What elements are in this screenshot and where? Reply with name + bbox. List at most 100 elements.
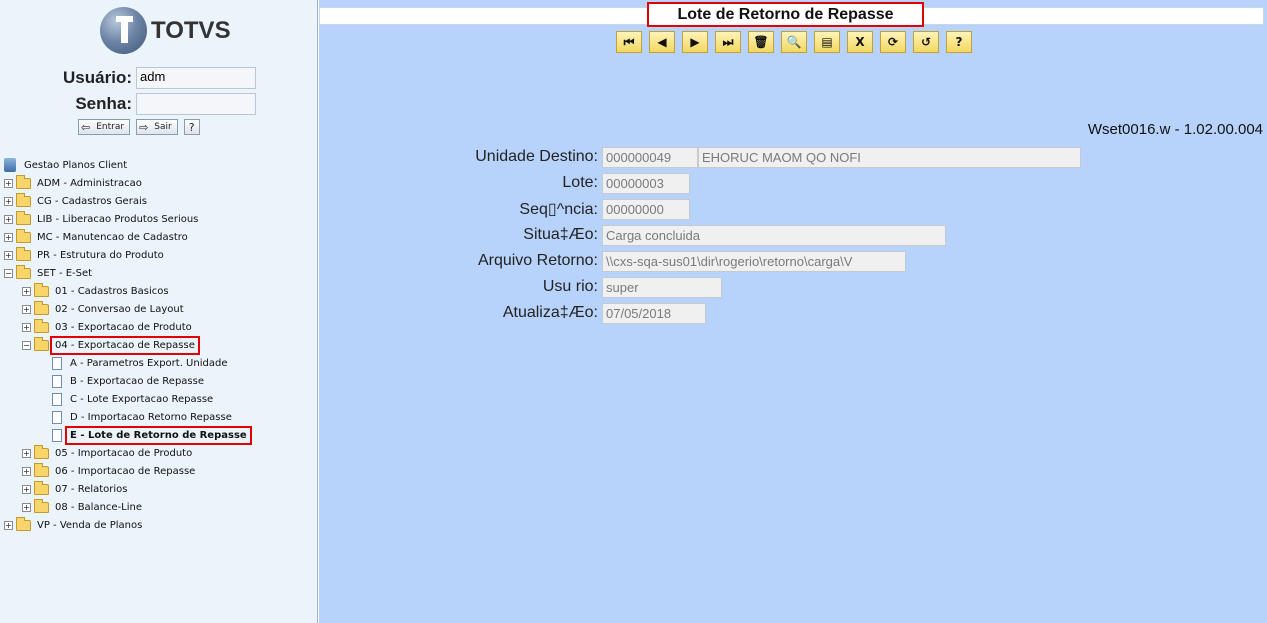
previous-record-button[interactable]: ◀	[649, 31, 675, 53]
first-record-button[interactable]: ⏮	[616, 31, 642, 53]
folder-icon	[34, 300, 49, 315]
collapse-icon[interactable]: −	[22, 340, 31, 350]
tree-item-set-06[interactable]: + 06 - Importacao de Repasse	[4, 462, 249, 480]
delete-button[interactable]: 🗑	[748, 31, 774, 53]
tree-item-set-02[interactable]: + 02 - Conversao de Layout	[4, 300, 249, 318]
tree-item-program-a[interactable]: A - Parametros Export. Unidade	[4, 354, 249, 372]
document-icon	[52, 356, 62, 370]
user-input[interactable]: adm	[136, 67, 256, 89]
expand-icon[interactable]: +	[22, 304, 31, 314]
expand-icon[interactable]: +	[22, 448, 31, 458]
tree-item-set-01[interactable]: + 01 - Cadastros Basicos	[4, 282, 249, 300]
tree-item-set-07[interactable]: + 07 - Relatorios	[4, 480, 249, 498]
report-button[interactable]: ▤	[814, 31, 840, 53]
folder-icon	[34, 282, 49, 297]
expand-icon[interactable]: +	[22, 502, 31, 512]
lote-field[interactable]: 00000003	[602, 172, 690, 194]
expand-icon[interactable]: +	[22, 484, 31, 494]
last-icon: ⏭	[722, 34, 734, 49]
folder-icon	[16, 246, 31, 261]
usuario-field[interactable]: super	[602, 276, 722, 298]
expand-icon[interactable]: +	[4, 250, 13, 260]
tree-item-set-03[interactable]: + 03 - Exportacao de Produto	[4, 318, 249, 336]
enter-icon: ⇦	[81, 120, 91, 134]
help-button[interactable]: ?	[946, 31, 972, 53]
page-title: Lote de Retorno de Repasse	[647, 2, 924, 27]
search-icon: 🔍	[786, 35, 802, 49]
refresh-button[interactable]: ⟳	[880, 31, 906, 53]
first-icon: ⏮	[623, 34, 635, 49]
password-input[interactable]	[136, 93, 256, 115]
tree-item-label-highlighted: 04 - Exportacao de Repasse	[50, 335, 200, 355]
user-row: Usuário: adm	[0, 67, 256, 89]
tree-item-pr[interactable]: + PR - Estrutura do Produto	[4, 246, 249, 264]
tree-item-set-08[interactable]: + 08 - Balance-Line	[4, 498, 249, 516]
expand-icon[interactable]: +	[22, 286, 31, 296]
tree-item-label: MC - Manutencao de Cadastro	[37, 231, 188, 243]
record-form: Unidade Destino: 000000049 EHORUC MAOM Q…	[319, 144, 1081, 326]
arquivo-retorno-field[interactable]: \\cxs-sqa-sus01\dir\rogerio\retorno\carg…	[602, 250, 906, 272]
enter-button[interactable]: ⇦ Entrar	[78, 119, 131, 135]
tree-item-set[interactable]: − SET - E-Set	[4, 264, 249, 282]
help-icon: ?	[955, 35, 963, 49]
collapse-icon[interactable]: −	[4, 268, 13, 278]
unidade-destino-name-field[interactable]: EHORUC MAOM QO NOFI	[698, 146, 1081, 168]
tree-item-program-c[interactable]: C - Lote Exportacao Repasse	[4, 390, 249, 408]
lote-label: Lote:	[562, 174, 598, 191]
situacao-field[interactable]: Carga concluida	[602, 224, 946, 246]
expand-icon[interactable]: +	[4, 214, 13, 224]
expand-icon[interactable]: +	[4, 232, 13, 242]
tree-item-program-e[interactable]: E - Lote de Retorno de Repasse	[4, 425, 252, 445]
close-button[interactable]: X	[847, 31, 873, 53]
folder-icon	[34, 480, 49, 495]
tree-item-label: C - Lote Exportacao Repasse	[70, 393, 214, 405]
expand-icon[interactable]: +	[22, 466, 31, 476]
expand-icon[interactable]: +	[4, 196, 13, 206]
tree-item-program-b[interactable]: B - Exportacao de Repasse	[4, 372, 249, 390]
tree-item-mc[interactable]: + MC - Manutencao de Cadastro	[4, 228, 249, 246]
tree-root[interactable]: Gestao Planos Client	[4, 156, 249, 174]
expand-icon[interactable]: +	[4, 520, 13, 530]
atualizacao-row: Atualiza‡Æo: 07/05/2018	[319, 300, 1081, 326]
last-record-button[interactable]: ⏭	[715, 31, 741, 53]
tree-item-program-d[interactable]: D - Importacao Retorno Repasse	[4, 408, 249, 426]
login-help-button[interactable]: ?	[183, 119, 200, 135]
folder-icon	[34, 318, 49, 333]
situacao-label: Situa‡Æo:	[523, 226, 598, 243]
document-icon	[52, 410, 62, 424]
tree-item-label: LIB - Liberacao Produtos Serious	[37, 213, 199, 225]
tree-item-label: 03 - Exportacao de Produto	[55, 321, 192, 333]
undo-button[interactable]: ↺	[913, 31, 939, 53]
folder-open-icon	[16, 264, 31, 279]
tree-item-set-04[interactable]: − 04 - Exportacao de Repasse	[4, 335, 249, 355]
exit-button[interactable]: ⇨ Sair	[136, 119, 178, 135]
tree-item-vp[interactable]: + VP - Venda de Planos	[4, 516, 249, 534]
enter-label: Entrar	[96, 122, 125, 132]
totvs-logo: TOTVS	[100, 7, 231, 54]
search-button[interactable]: 🔍	[781, 31, 807, 53]
tree-item-set-05[interactable]: + 05 - Importacao de Produto	[4, 444, 249, 462]
atualizacao-field[interactable]: 07/05/2018	[602, 302, 706, 324]
next-icon: ▶	[690, 35, 700, 49]
program-version: Wset0016.w - 1.02.00.004	[1087, 121, 1263, 138]
usuario-label: Usu rio:	[542, 278, 598, 295]
tree-item-cg[interactable]: + CG - Cadastros Gerais	[4, 192, 249, 210]
next-record-button[interactable]: ▶	[682, 31, 708, 53]
menu-tree: Gestao Planos Client + ADM - Administrac…	[4, 156, 252, 534]
login-buttons: ⇦ Entrar ⇨ Sair ?	[78, 119, 200, 135]
expand-icon[interactable]: +	[22, 322, 31, 332]
exit-icon: ⇨	[139, 120, 149, 134]
tree-item-label: A - Parametros Export. Unidade	[70, 357, 228, 369]
folder-icon	[34, 462, 49, 477]
unidade-destino-code-field[interactable]: 000000049	[602, 146, 698, 168]
tree-item-lib[interactable]: + LIB - Liberacao Produtos Serious	[4, 210, 249, 228]
expand-icon[interactable]: +	[4, 178, 13, 188]
undo-icon: ↺	[920, 35, 932, 49]
refresh-icon: ⟳	[887, 35, 899, 49]
tree-item-label-selected: E - Lote de Retorno de Repasse	[65, 425, 252, 445]
close-icon: X	[855, 35, 865, 49]
sequencia-field[interactable]: 00000000	[602, 198, 690, 220]
tree-item-adm[interactable]: + ADM - Administracao	[4, 174, 249, 192]
folder-icon	[16, 210, 31, 225]
folder-icon	[16, 228, 31, 243]
